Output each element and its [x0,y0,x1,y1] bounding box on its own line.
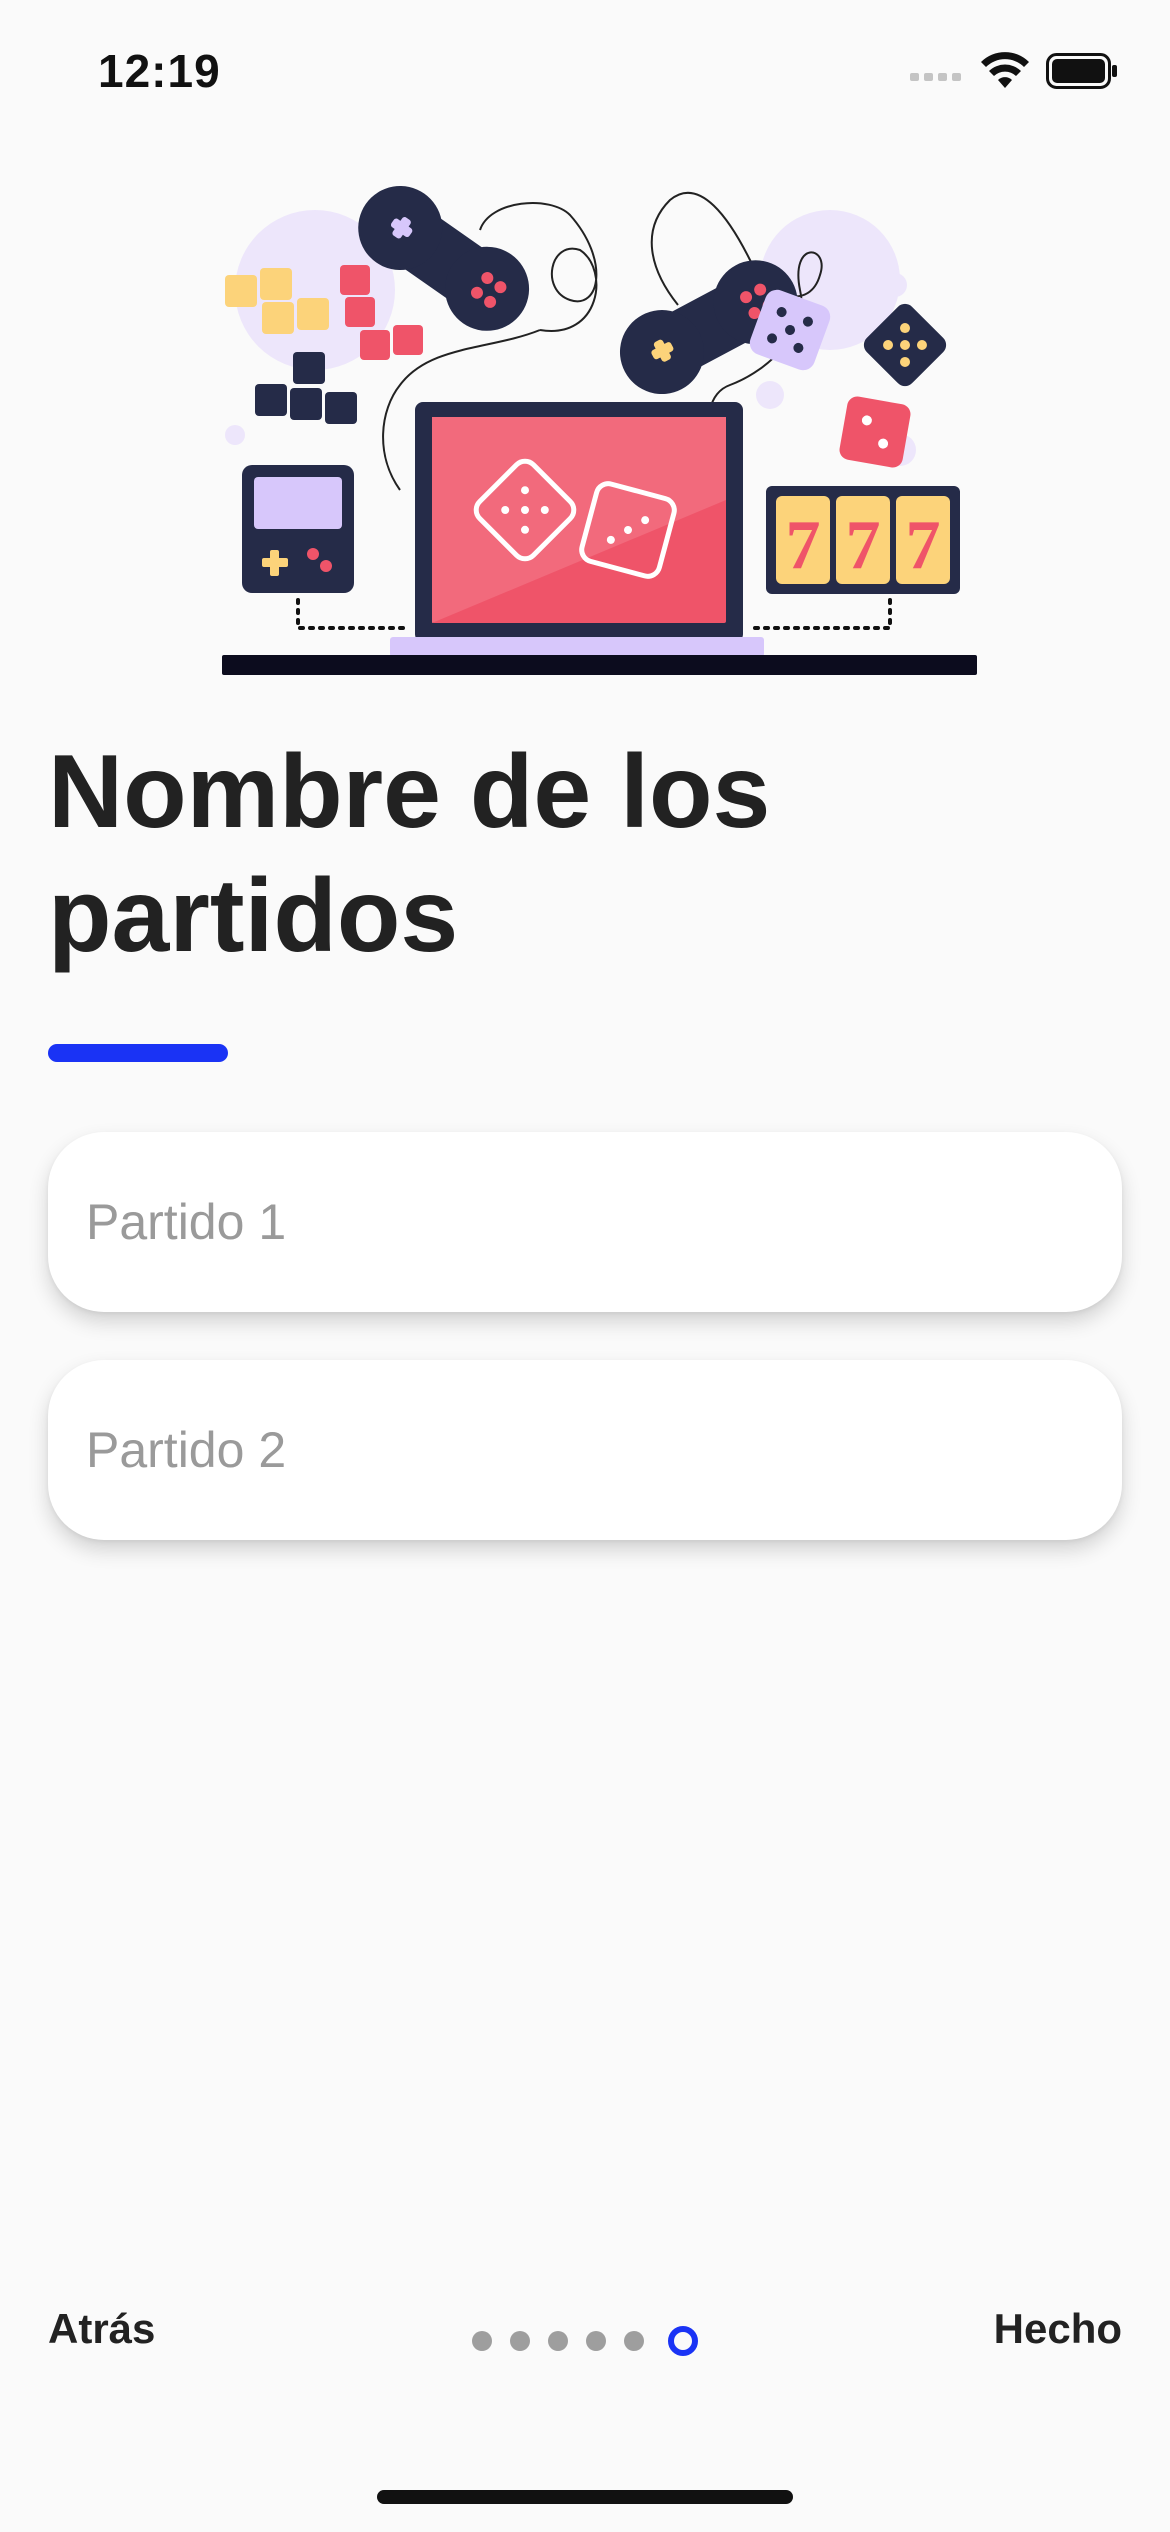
status-bar: 12:19 [0,0,1170,150]
bubble [225,425,245,445]
slot-symbol: 7 [906,507,941,584]
onboarding-screen: 12:19 7 7 7 Nombre de los partidos Parti… [0,0,1170,2532]
slot-machine: 7 7 7 [766,486,960,594]
page-dot [586,2331,606,2351]
page-dot-active [668,2326,698,2356]
battery-icon [1046,53,1117,89]
status-icons [910,52,1118,90]
handheld-console [242,465,354,593]
match-name-input-1[interactable] [48,1132,1122,1312]
status-time: 12:19 [98,45,221,97]
bubble [883,273,907,297]
gaming-illustration: 7 7 7 [222,186,977,675]
base-bar [222,655,977,675]
wifi-icon [981,52,1029,88]
cellular-signal-icon [910,73,961,81]
red-die [839,396,911,468]
slot-symbol: 7 [786,507,821,584]
page-dot [472,2331,492,2351]
title-underline [48,1044,228,1062]
page-indicator [472,2326,698,2356]
page-dot [624,2331,644,2351]
page-title: Nombre de los partidos [48,734,771,974]
slot-symbol: 7 [846,507,881,584]
match-name-input-2[interactable] [48,1360,1122,1540]
page-dot [510,2331,530,2351]
home-indicator [377,2490,793,2504]
laptop [390,402,764,657]
back-button[interactable]: Atrás [48,2305,155,2353]
page-dot [548,2331,568,2351]
done-button[interactable]: Hecho [994,2305,1122,2353]
connector [296,598,412,630]
bubble [756,381,784,409]
connector [748,598,892,630]
